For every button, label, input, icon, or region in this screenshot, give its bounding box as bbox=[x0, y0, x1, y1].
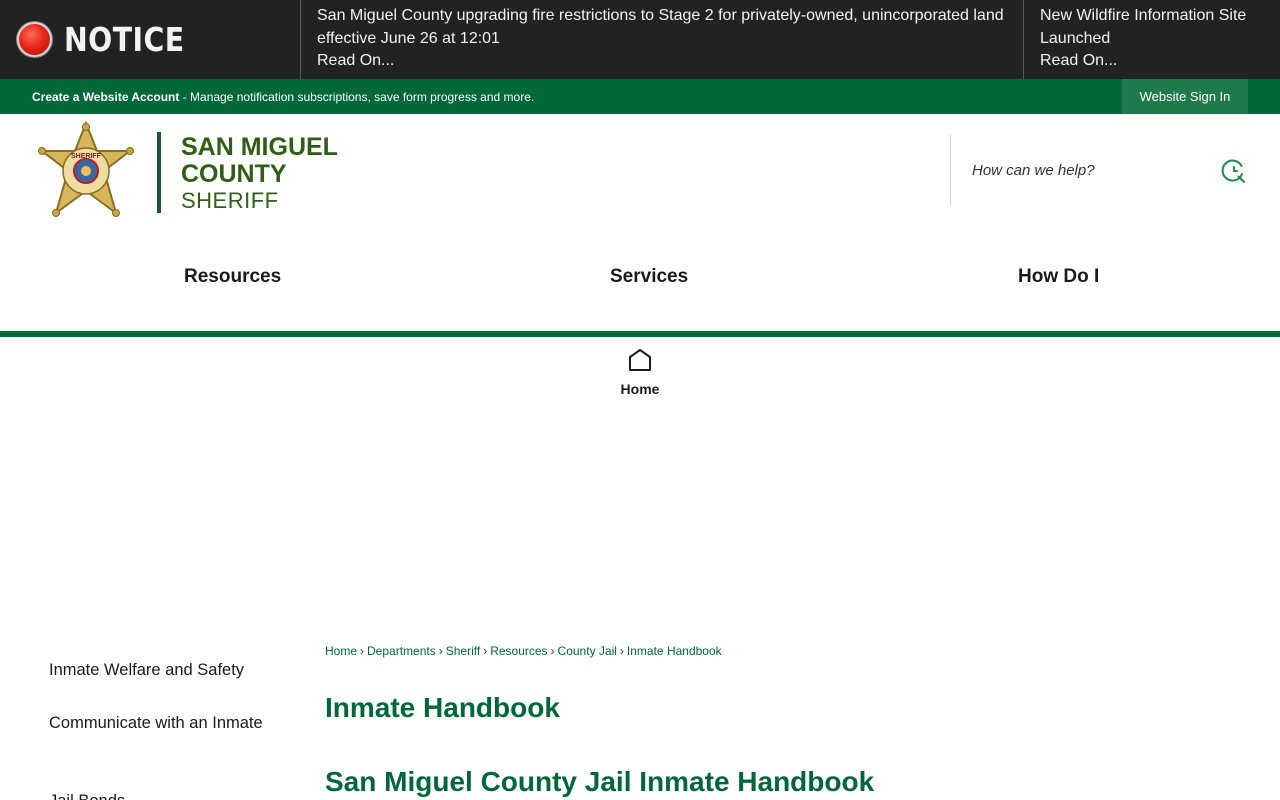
breadcrumb-home[interactable]: Home bbox=[325, 644, 357, 658]
search-divider bbox=[950, 135, 951, 205]
account-description: - Manage notification subscriptions, sav… bbox=[179, 90, 535, 104]
notice-item-fire-restrictions[interactable]: San Miguel County upgrading fire restric… bbox=[300, 0, 1023, 79]
section-heading: San Miguel County Jail Inmate Handbook bbox=[325, 766, 875, 797]
search-input[interactable] bbox=[962, 153, 1202, 187]
sheriff-badge-logo[interactable]: SHERIFF bbox=[36, 121, 136, 219]
breadcrumb-inmate-handbook[interactable]: Inmate Handbook bbox=[627, 644, 722, 658]
brand-divider bbox=[157, 132, 161, 213]
alert-dot-icon bbox=[17, 22, 52, 57]
notice-heading: NOTICE bbox=[64, 20, 185, 59]
brand-subtitle: SHERIFF bbox=[181, 188, 279, 213]
breadcrumb-separator: › bbox=[360, 644, 365, 658]
breadcrumb-sheriff[interactable]: Sheriff bbox=[446, 644, 480, 658]
create-account-link[interactable]: Create a Website Account bbox=[32, 90, 179, 104]
sidebar-item-jail-bonds[interactable]: Jail Bonds bbox=[49, 789, 269, 800]
svg-text:SHERIFF: SHERIFF bbox=[71, 153, 102, 160]
brand-name[interactable]: SAN MIGUEL COUNTY bbox=[181, 134, 338, 188]
breadcrumb-separator: › bbox=[550, 644, 555, 658]
notice-item-text: San Miguel County upgrading fire restric… bbox=[317, 7, 1004, 47]
breadcrumb-county-jail[interactable]: County Jail bbox=[558, 644, 617, 658]
page-title: Inmate Handbook bbox=[325, 692, 560, 723]
search-icon[interactable] bbox=[1220, 157, 1248, 185]
brand-line-2: COUNTY bbox=[181, 160, 287, 188]
home-icon[interactable] bbox=[628, 348, 652, 372]
account-message: Create a Website Account - Manage notifi… bbox=[32, 90, 534, 104]
nav-resources[interactable]: Resources bbox=[184, 266, 281, 288]
sidebar-item-inmate-welfare[interactable]: Inmate Welfare and Safety bbox=[49, 658, 269, 683]
brand-line-1: SAN MIGUEL bbox=[181, 133, 338, 161]
nav-divider bbox=[0, 331, 1280, 337]
notice-label: NOTICE bbox=[0, 0, 300, 79]
breadcrumb: Home › Departments › Sheriff › Resources › Count… bbox=[325, 644, 722, 658]
sidebar-item-communicate[interactable]: Communicate with an Inmate bbox=[49, 711, 269, 736]
breadcrumb-separator: › bbox=[438, 644, 443, 658]
notice-bar: NOTICE San Miguel County upgrading fire … bbox=[0, 0, 1280, 79]
notice-item-text: New Wildfire Information Site Launched bbox=[1040, 7, 1247, 47]
account-bar: Create a Website Account - Manage notifi… bbox=[0, 79, 1280, 114]
breadcrumb-departments[interactable]: Departments bbox=[367, 644, 436, 658]
breadcrumb-separator: › bbox=[483, 644, 488, 658]
website-sign-in-button[interactable]: Website Sign In bbox=[1122, 79, 1248, 114]
read-on-link[interactable]: Read On... bbox=[317, 50, 1007, 73]
nav-services[interactable]: Services bbox=[610, 266, 688, 288]
read-on-link[interactable]: Read On... bbox=[1040, 50, 1264, 73]
home-link[interactable]: Home bbox=[600, 381, 680, 397]
notice-item-wildfire-site[interactable]: New Wildfire Information Site Launched R… bbox=[1023, 0, 1280, 79]
breadcrumb-separator: › bbox=[619, 644, 624, 658]
nav-how-do-i[interactable]: How Do I bbox=[1018, 266, 1099, 288]
breadcrumb-resources[interactable]: Resources bbox=[490, 644, 547, 658]
